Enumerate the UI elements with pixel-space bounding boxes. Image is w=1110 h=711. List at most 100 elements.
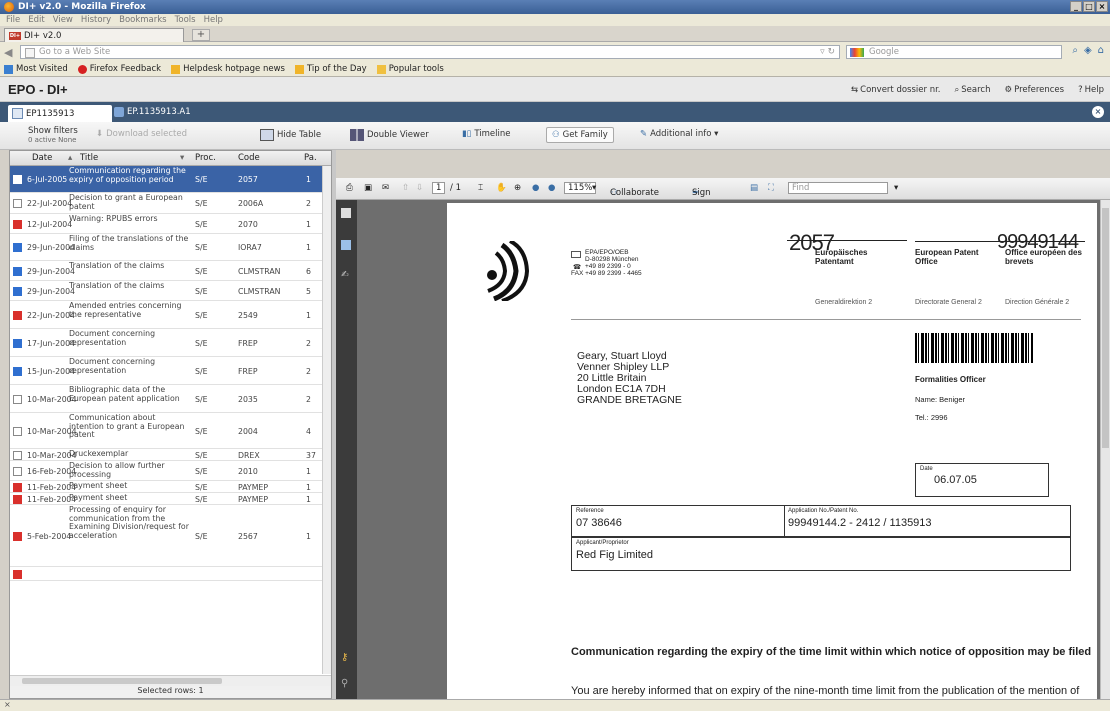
zoom-out-icon[interactable]: ● [532,183,539,193]
envelope-icon [571,251,581,258]
table-row[interactable]: 12-Jul-2004 Warning: RPUBS errors S/E 2070 1 [10,214,331,234]
table-row[interactable]: 15-Jun-2004 Document concerning represent… [10,357,331,385]
col-date[interactable]: Date [32,153,52,163]
save-icon[interactable]: ▣ [364,183,372,193]
double-viewer-button[interactable]: Double Viewer [350,129,429,141]
table-row[interactable]: 22-Jun-2004 Amended entries concerning th… [10,301,331,329]
table-vertical-scrollbar[interactable] [322,166,331,674]
menu-help[interactable]: Help [204,15,223,25]
back-arrow-icon[interactable]: ◀ [4,46,12,59]
bookmark-most-visited[interactable]: Most Visited [4,64,68,74]
bookmark-helpdesk[interactable]: Helpdesk hotpage news [171,64,285,74]
table-row[interactable]: 10-Mar-2004 Bibliographic data of the Eur… [10,385,331,413]
table-row[interactable]: 5-Feb-2004 Processing of enquiry for comm… [10,505,331,567]
active-filters-label: 0 active None [28,136,77,144]
additional-info-button[interactable]: ✎ Additional info ▾ [640,129,718,139]
convert-dossier-link[interactable]: ⇆ Convert dossier nr. [851,85,940,95]
table-row[interactable]: 16-Feb-2004 Decision to allow further pro… [10,461,331,481]
page-number-input[interactable]: 1 [432,182,446,194]
maximize-button[interactable]: □ [1083,1,1095,12]
find-dropdown-icon[interactable]: ▾ [894,183,898,193]
print-icon[interactable]: ⎙ [346,183,353,193]
close-dossier-icon[interactable]: × [1092,106,1104,118]
zoom-tool-icon[interactable]: ⊕ [514,183,521,193]
table-row[interactable]: 10-Mar-2004 Druckexemplar S/E DREX 37 [10,449,331,461]
find-input[interactable]: Find [788,182,888,194]
zoom-in-icon[interactable]: ● [548,183,555,193]
table-row[interactable]: 29-Jun-2004 Translation of the claims S/E C… [10,261,331,281]
table-row[interactable]: 6-Jul-2005 Communication regarding the ex… [10,166,331,193]
scroll-thumb[interactable] [22,678,222,684]
table-row[interactable]: 11-Feb-2004 Payment sheet S/E PAYMEP 1 [10,481,331,493]
info-icon: ✎ [640,129,648,139]
pdf-scroll-thumb[interactable] [1102,208,1109,448]
bookmark-popular-tools[interactable]: Popular tools [376,64,444,74]
row-date: 29-Jun-2004 [27,266,76,276]
fit-width-icon[interactable]: ▤ [750,183,758,193]
table-row[interactable]: 22-Jul-2004 Decision to grant a European … [10,193,331,214]
col-title[interactable]: Title [80,153,98,163]
row-code: 2567 [238,531,258,541]
minimize-button[interactable]: _ [1070,1,1082,12]
hand-tool-icon[interactable]: ✋ [496,183,507,193]
menu-history[interactable]: History [81,15,111,25]
key-icon[interactable]: ⚷ [341,652,351,663]
download-selected-button[interactable]: ⬇ Download selected [96,129,187,139]
get-family-button[interactable]: ⚇ Get Family [546,127,614,143]
preferences-link[interactable]: ⚙ Preferences [1004,85,1064,95]
help-link[interactable]: ? Help [1078,85,1104,95]
prev-page-icon[interactable]: ⇧ [402,183,409,193]
addon-icon[interactable]: ◈ [1084,45,1092,56]
menu-view[interactable]: View [53,15,73,25]
bookmarks-icon[interactable] [341,240,351,250]
pdf-vertical-scrollbar[interactable] [1100,200,1110,699]
sort-icon[interactable]: ▴ [68,153,72,163]
status-bar: × [0,699,1110,711]
reload-icon[interactable]: ▿ ↻ [820,46,835,58]
attachment-icon[interactable]: ⚲ [341,678,351,689]
bookmark-firefox-feedback[interactable]: Firefox Feedback [77,64,161,74]
table-row[interactable]: 29-Jun-2004 Filing of the translations of… [10,234,331,261]
search-link[interactable]: ⌕ Search [955,85,991,95]
menu-tools[interactable]: Tools [175,15,196,25]
table-row[interactable] [10,567,331,581]
signatures-icon[interactable]: ✍ [341,270,351,280]
browser-tab[interactable]: DI+ DI+ v2.0 [4,28,184,42]
table-row[interactable]: 10-Mar-2004 Communication about intention… [10,413,331,449]
document-type-icon [13,199,22,208]
filter-icon[interactable]: ▾ [180,153,184,163]
select-tool-icon[interactable]: ⌶ [478,183,483,193]
next-page-icon[interactable]: ⇩ [416,183,423,193]
table-horizontal-scrollbar[interactable] [10,675,331,686]
bookmark-tip-of-day[interactable]: Tip of the Day [294,64,367,74]
show-filters-button[interactable]: Show filters 0 active None [28,126,78,144]
menu-file[interactable]: File [6,15,20,25]
menu-edit[interactable]: Edit [28,15,44,25]
search-go-icon[interactable]: ⌕ [1072,45,1078,56]
status-close-icon[interactable]: × [4,700,11,709]
menu-bookmarks[interactable]: Bookmarks [119,15,167,25]
table-row[interactable]: 11-Feb-2004 Payment sheet S/E PAYMEP 1 [10,493,331,505]
table-row[interactable]: 17-Jun-2004 Document concerning represent… [10,329,331,357]
new-tab-button[interactable]: + [192,29,210,41]
col-proc[interactable]: Proc. [195,153,216,163]
hide-table-button[interactable]: Hide Table [260,129,321,141]
email-icon[interactable]: ✉ [382,183,389,193]
fit-page-icon[interactable]: ⛶ [768,183,774,193]
col-code[interactable]: Code [238,153,260,163]
timeline-button[interactable]: ▮▯ Timeline [462,129,511,139]
applicant-box: Applicant/Proprietor Red Fig Limited [571,537,1071,571]
row-code: FREP [238,366,258,376]
dossier-tab-main[interactable]: EP1135913 [8,105,112,122]
search-input[interactable]: Google [846,45,1062,59]
table-row[interactable]: 29-Jun-2004 Translation of the claims S/E C… [10,281,331,301]
dossier-tab-publication[interactable]: EP.1135913.A1 [114,107,191,117]
url-input[interactable]: Go to a Web Site ▿ ↻ [20,45,840,59]
col-pa[interactable]: Pa. [304,153,317,163]
pages-icon[interactable] [341,208,351,218]
close-window-button[interactable]: × [1096,1,1108,12]
zoom-dropdown-icon[interactable]: ▾ [592,183,596,193]
folder-icon [376,64,386,74]
pdf-viewer[interactable]: EPA/EPO/OEB D-80298 München ☎ +49 89 239… [357,200,1100,699]
home-icon[interactable]: ⌂ [1098,45,1104,56]
